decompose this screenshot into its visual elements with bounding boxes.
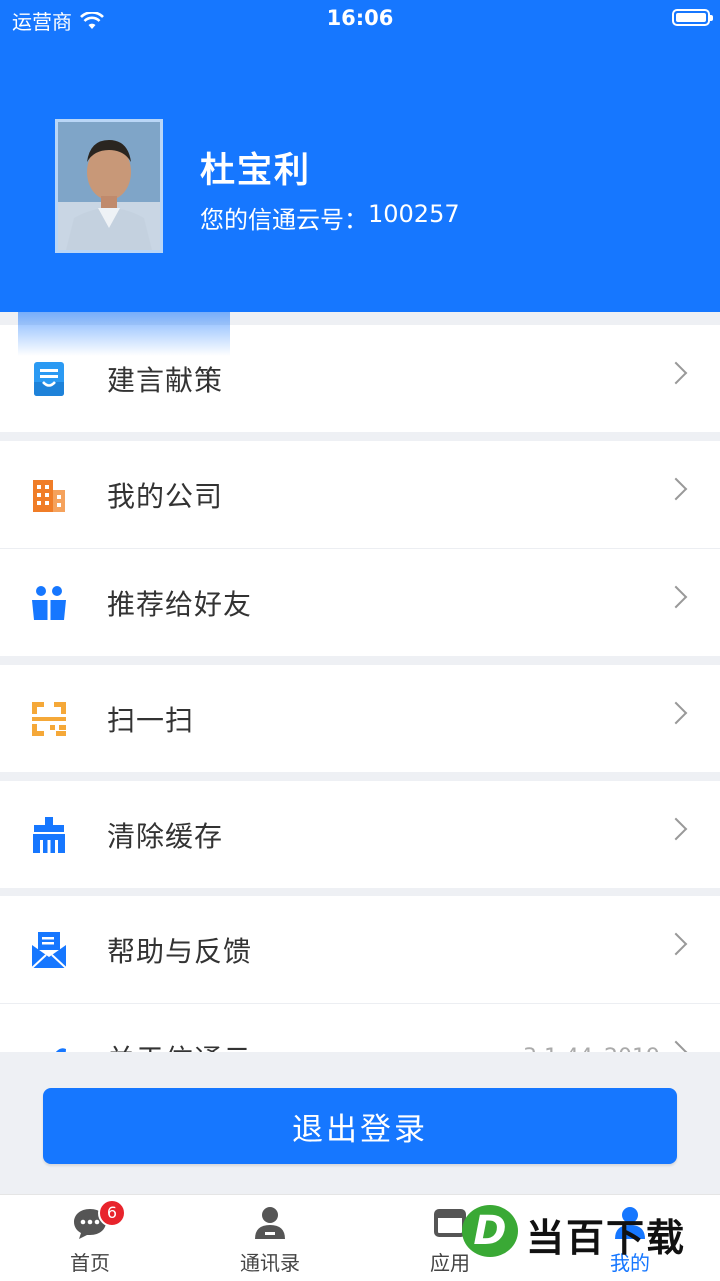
account-label: 您的信通云号： <box>200 206 368 234</box>
menu-item-my-company[interactable]: 我的公司 <box>0 441 720 548</box>
building-icon <box>33 480 65 512</box>
menu-label: 推荐给好友 <box>107 587 253 621</box>
header-fade <box>18 276 230 356</box>
account-id: 100257 <box>368 200 460 228</box>
tab-label: 通讯录 <box>240 1251 300 1275</box>
mail-icon <box>31 932 67 969</box>
chevron-right-icon <box>664 932 688 956</box>
menu-group-3: 扫一扫 <box>0 665 720 772</box>
menu-item-clear-cache[interactable]: 清除缓存 <box>0 781 720 888</box>
status-bar: 运营商 16:06 <box>0 0 720 38</box>
chevron-right-icon <box>664 585 688 609</box>
watermark-text: 当百下载 <box>526 1216 687 1260</box>
chevron-right-icon <box>664 477 688 501</box>
clock: 16:06 <box>326 6 394 30</box>
people-icon <box>32 586 66 620</box>
tab-contacts[interactable]: 通讯录 <box>180 1195 360 1281</box>
menu-group-2: 我的公司 推荐给好友 <box>0 441 720 656</box>
watermark-badge: D <box>462 1205 518 1257</box>
avatar-photo <box>58 122 160 250</box>
battery-icon <box>672 9 713 26</box>
chevron-right-icon <box>664 701 688 725</box>
chevron-right-icon <box>664 361 688 385</box>
chevron-right-icon <box>664 817 688 841</box>
menu-label: 扫一扫 <box>107 703 195 737</box>
broom-icon <box>33 817 65 853</box>
avatar[interactable] <box>55 119 163 253</box>
tab-home[interactable]: 6 首页 <box>0 1195 180 1281</box>
menu-item-scan[interactable]: 扫一扫 <box>0 665 720 772</box>
user-name: 杜宝利 <box>200 151 312 191</box>
menu-label: 我的公司 <box>107 479 224 513</box>
scan-icon <box>32 702 66 736</box>
menu-label: 建言献策 <box>107 363 224 397</box>
tab-label: 首页 <box>70 1251 110 1275</box>
profile-header: 运营商 16:06 杜宝利 您的信通云号： 100257 <box>0 0 720 312</box>
suggestion-icon <box>34 362 64 396</box>
menu-label: 帮助与反馈 <box>107 934 253 968</box>
menu-group-4: 清除缓存 <box>0 781 720 888</box>
menu-label: 清除缓存 <box>107 819 224 853</box>
account-info: 您的信通云号： 100257 <box>200 200 460 235</box>
menu-item-recommend-friends[interactable]: 推荐给好友 <box>0 548 720 656</box>
watermark-logo: D 当百下载 <box>462 1205 712 1260</box>
contacts-icon <box>255 1207 285 1239</box>
logout-button[interactable]: 退出登录 <box>43 1088 677 1164</box>
menu-item-help-feedback[interactable]: 帮助与反馈 <box>0 896 720 1003</box>
unread-badge: 6 <box>98 1199 126 1227</box>
